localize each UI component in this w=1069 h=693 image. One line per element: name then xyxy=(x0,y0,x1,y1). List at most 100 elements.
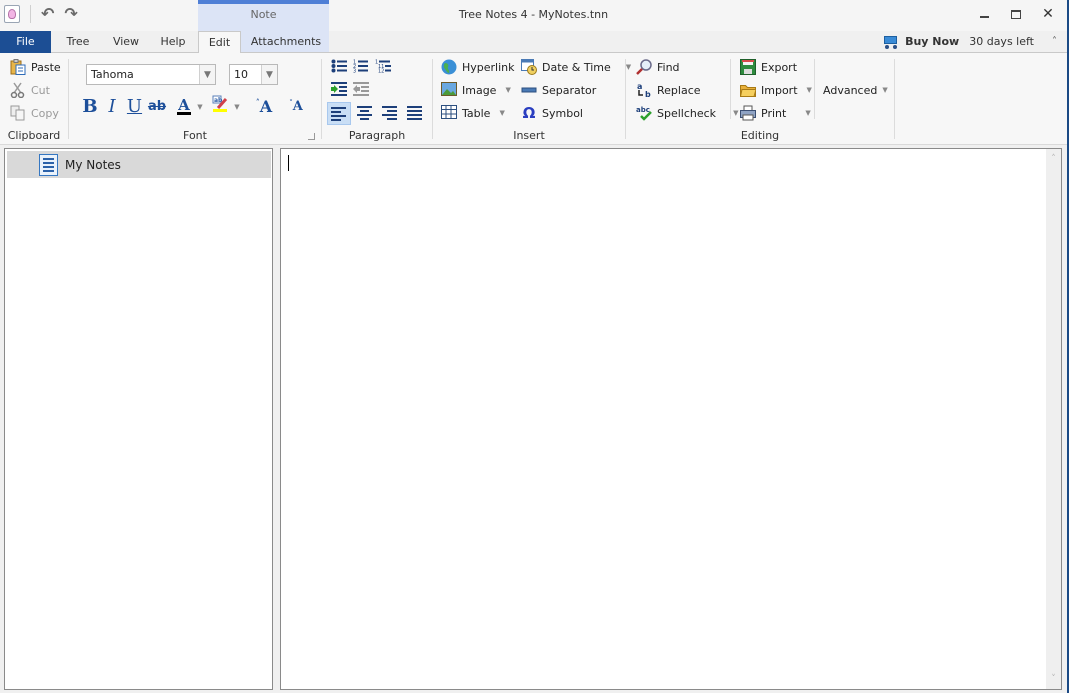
scroll-down-icon[interactable]: ˅ xyxy=(1046,671,1061,687)
copy-label: Copy xyxy=(31,106,59,120)
svg-text:3: 3 xyxy=(353,68,356,73)
shrink-font-button[interactable]: ˅ A xyxy=(287,95,305,117)
replace-button[interactable]: ab Replace xyxy=(636,80,701,100)
find-label: Find xyxy=(657,60,680,74)
tab-edit[interactable]: Edit xyxy=(198,31,241,54)
notes-tree-pane[interactable]: My Notes xyxy=(4,148,273,690)
font-color-button[interactable]: A xyxy=(173,95,195,117)
increase-indent-button[interactable] xyxy=(328,79,350,101)
maximize-button[interactable] xyxy=(1007,5,1025,23)
date-time-button[interactable]: Date & Time ▼ xyxy=(521,57,631,77)
folder-icon xyxy=(739,82,757,98)
window-controls: ✕ xyxy=(975,5,1057,23)
multilevel-list-icon: 1 11 12 xyxy=(375,59,391,76)
symbol-button[interactable]: Ω Symbol xyxy=(521,103,583,123)
tree-notes-window: ↶ ↷ Note Tree Notes 4 - MyNotes.tnn ✕ Fi… xyxy=(0,0,1069,693)
multilevel-list-button[interactable]: 1 11 12 xyxy=(372,56,394,78)
font-dialog-launcher-icon[interactable] xyxy=(308,133,315,140)
paste-button[interactable]: Paste xyxy=(10,57,61,77)
tree-item-my-notes[interactable]: My Notes xyxy=(7,151,271,178)
print-button[interactable]: Print ▼ xyxy=(740,103,811,123)
shopping-cart-icon[interactable] xyxy=(882,34,899,49)
image-icon xyxy=(441,82,457,98)
increase-indent-icon xyxy=(331,81,347,99)
font-size-value: 10 xyxy=(234,68,248,81)
export-button[interactable]: Export xyxy=(740,57,797,77)
underline-button[interactable]: U xyxy=(126,95,143,117)
grow-font-button[interactable]: ˄ A xyxy=(254,95,274,117)
tab-tree[interactable]: Tree xyxy=(58,31,98,53)
copy-button[interactable]: Copy xyxy=(10,103,59,123)
editing-group: Find ab Replace abc Spellcheck ▼ Export … xyxy=(626,53,894,145)
highlighter-icon: ab xyxy=(211,95,229,118)
bullet-list-icon xyxy=(331,59,347,76)
print-dropdown[interactable]: ▼ xyxy=(805,109,810,117)
spellcheck-dropdown[interactable]: ▼ xyxy=(733,109,738,117)
hyperlink-button[interactable]: Hyperlink xyxy=(441,57,515,77)
buy-now-area: Buy Now 30 days left ˄ xyxy=(882,34,1057,49)
window-title: Tree Notes 4 - MyNotes.tnn xyxy=(458,8,609,21)
font-family-select[interactable]: Tahoma ▼ xyxy=(86,64,216,85)
date-time-label: Date & Time xyxy=(542,60,611,74)
calendar-clock-icon xyxy=(521,59,537,75)
editor-vertical-scrollbar[interactable]: ˄ ˅ xyxy=(1046,149,1061,689)
grow-font-icon: A xyxy=(259,96,273,116)
table-button[interactable]: Table ▼ xyxy=(441,103,505,123)
printer-icon xyxy=(740,105,756,121)
tab-file[interactable]: File xyxy=(0,31,51,53)
highlight-dropdown[interactable]: ▼ xyxy=(233,95,241,117)
omega-icon: Ω xyxy=(522,104,536,122)
close-button[interactable]: ✕ xyxy=(1039,5,1057,23)
scroll-up-icon[interactable]: ˄ xyxy=(1046,151,1061,167)
minimize-button[interactable] xyxy=(975,5,993,23)
font-size-select[interactable]: 10 ▼ xyxy=(229,64,278,85)
find-button[interactable]: Find xyxy=(636,57,680,77)
advanced-dropdown[interactable]: ▼ xyxy=(882,86,887,94)
cut-button[interactable]: Cut xyxy=(10,80,50,100)
insert-group-label: Insert xyxy=(513,129,545,142)
tab-attachments[interactable]: Attachments xyxy=(246,31,326,53)
bold-button[interactable]: B xyxy=(81,95,99,117)
advanced-button[interactable]: Advanced ▼ xyxy=(823,80,888,100)
magnifier-icon xyxy=(636,59,652,75)
font-group: Tahoma ▼ 10 ▼ B I U ab A ▼ ab ▼ ˄ A ˅ A … xyxy=(69,53,321,145)
align-right-button[interactable] xyxy=(378,102,400,124)
spellcheck-button[interactable]: abc Spellcheck ▼ xyxy=(636,103,738,123)
cut-label: Cut xyxy=(31,83,50,97)
editing-group-label: Editing xyxy=(740,129,780,142)
tab-view[interactable]: View xyxy=(106,31,146,53)
align-center-button[interactable] xyxy=(353,102,375,124)
export-label: Export xyxy=(761,60,798,74)
table-dropdown[interactable]: ▼ xyxy=(499,109,504,117)
strikethrough-button[interactable]: ab xyxy=(147,95,167,117)
numbered-list-button[interactable]: 123 xyxy=(350,56,372,78)
editing-divider xyxy=(730,59,731,119)
align-left-button[interactable] xyxy=(327,102,351,125)
decrease-indent-button[interactable] xyxy=(350,79,372,101)
paragraph-group: 123 1 11 12 Paragraph xyxy=(322,53,432,145)
chevron-down-icon[interactable]: ▼ xyxy=(199,65,215,84)
italic-button[interactable]: I xyxy=(104,95,120,117)
import-dropdown[interactable]: ▼ xyxy=(807,86,812,94)
font-color-dropdown[interactable]: ▼ xyxy=(196,95,204,117)
chevron-down-icon[interactable]: ▼ xyxy=(261,65,277,84)
image-button[interactable]: Image ▼ xyxy=(441,80,511,100)
separator-icon xyxy=(521,82,537,98)
note-editor[interactable]: ˄ ˅ xyxy=(280,148,1062,690)
bullet-list-button[interactable] xyxy=(328,56,350,78)
tree-item-label: My Notes xyxy=(65,157,121,172)
replace-label: Replace xyxy=(657,83,701,97)
import-button[interactable]: Import ▼ xyxy=(739,80,812,100)
insert-group: Hyperlink Image ▼ Table ▼ Date & Time ▼ … xyxy=(433,53,631,145)
buy-now-link[interactable]: Buy Now xyxy=(905,35,959,48)
save-disk-icon xyxy=(740,59,756,75)
editing-divider xyxy=(814,59,815,119)
justify-button[interactable] xyxy=(403,102,425,124)
highlight-button[interactable]: ab xyxy=(210,95,230,117)
separator-button[interactable]: Separator xyxy=(521,80,596,100)
import-label: Import xyxy=(761,83,798,97)
tab-help[interactable]: Help xyxy=(153,31,193,53)
collapse-ribbon-icon[interactable]: ˄ xyxy=(1052,36,1057,47)
image-dropdown[interactable]: ▼ xyxy=(505,86,510,94)
svg-text:12: 12 xyxy=(378,68,384,73)
